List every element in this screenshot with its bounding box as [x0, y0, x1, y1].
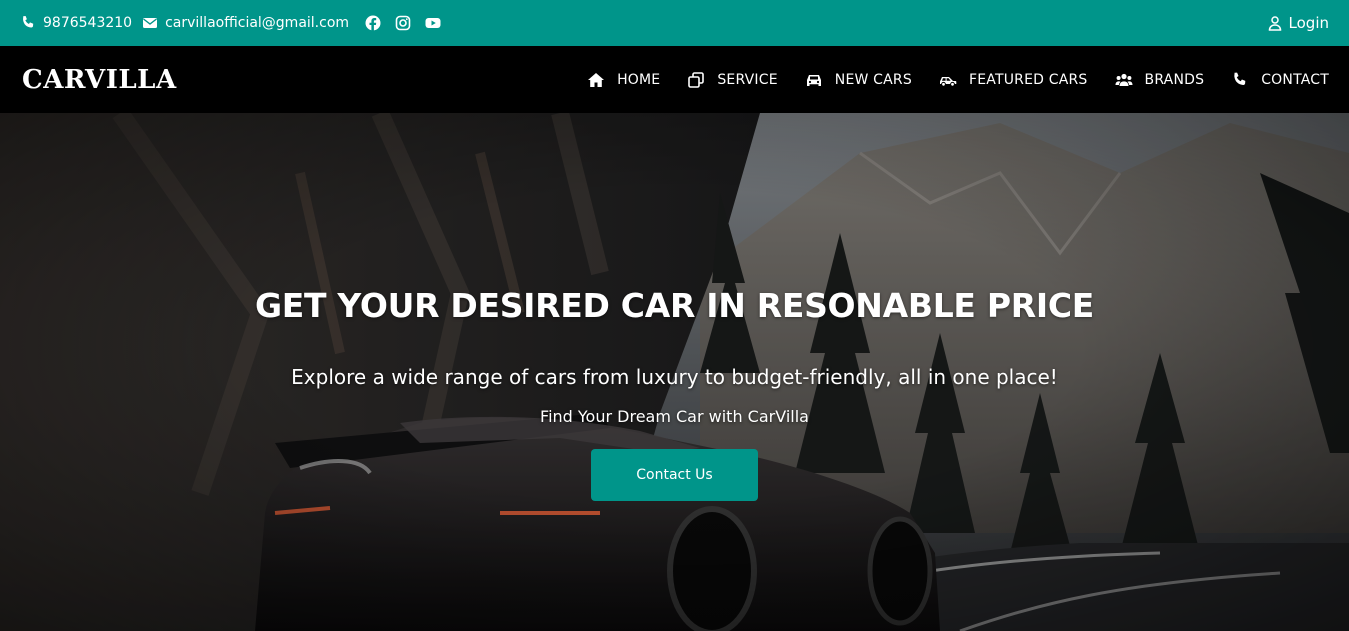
home-icon [588, 72, 605, 87]
phone-icon [1234, 72, 1246, 85]
nav-item-label: BRANDS [1144, 71, 1205, 88]
car-icon [806, 74, 821, 86]
hero-tagline: Find Your Dream Car with CarVilla [540, 407, 809, 426]
facebook-icon[interactable] [365, 15, 381, 31]
login-link[interactable]: Login [1267, 14, 1329, 32]
nav-item-label: FEATURED CARS [968, 71, 1088, 88]
user-icon [1268, 16, 1281, 31]
nav-item-contact[interactable]: CONTACT [1231, 72, 1329, 88]
phone-number: 9876543210 [43, 15, 133, 31]
nav-item-label: CONTACT [1261, 71, 1329, 88]
phone-icon [23, 16, 34, 28]
nav-item-label: HOME [617, 71, 661, 88]
hero-content: GET YOUR DESIRED CAR IN RESONABLE PRICE … [0, 113, 1349, 631]
nav-item-new-cars[interactable]: NEW CARS [805, 72, 912, 88]
login-label: Login [1288, 14, 1329, 32]
hero-title: GET YOUR DESIRED CAR IN RESONABLE PRICE [254, 286, 1095, 325]
contact-info: 9876543210 carvillaofficial@gmail.com [20, 15, 441, 31]
email-contact[interactable]: carvillaofficial@gmail.com [142, 15, 349, 31]
contact-us-button[interactable]: Contact Us [591, 449, 758, 501]
car-side-icon [939, 76, 957, 87]
top-bar: 9876543210 carvillaofficial@gmail.com Lo… [0, 0, 1349, 46]
email-address: carvillaofficial@gmail.com [165, 15, 350, 31]
social-links [365, 15, 441, 31]
nav-item-label: NEW CARS [834, 71, 912, 88]
main-navbar: CARVILLA HOME SERVICE NEW CARS FEATURED … [0, 46, 1349, 113]
nav-item-home[interactable]: HOME [587, 72, 660, 88]
nav-menu: HOME SERVICE NEW CARS FEATURED CARS BRAN… [587, 72, 1329, 88]
instagram-icon[interactable] [395, 15, 411, 31]
brand-logo[interactable]: CARVILLA [22, 65, 177, 95]
phone-contact[interactable]: 9876543210 [20, 15, 132, 31]
nav-item-label: SERVICE [717, 71, 778, 88]
envelope-icon [143, 18, 158, 28]
hero-subtitle: Explore a wide range of cars from luxury… [291, 365, 1058, 389]
youtube-icon[interactable] [425, 15, 441, 31]
users-icon [1115, 73, 1133, 86]
hero-section: GET YOUR DESIRED CAR IN RESONABLE PRICE … [0, 113, 1349, 631]
nav-item-featured-cars[interactable]: FEATURED CARS [939, 72, 1088, 88]
copy-icon [688, 71, 705, 88]
nav-item-brands[interactable]: BRANDS [1115, 72, 1205, 88]
nav-item-service[interactable]: SERVICE [687, 71, 778, 88]
